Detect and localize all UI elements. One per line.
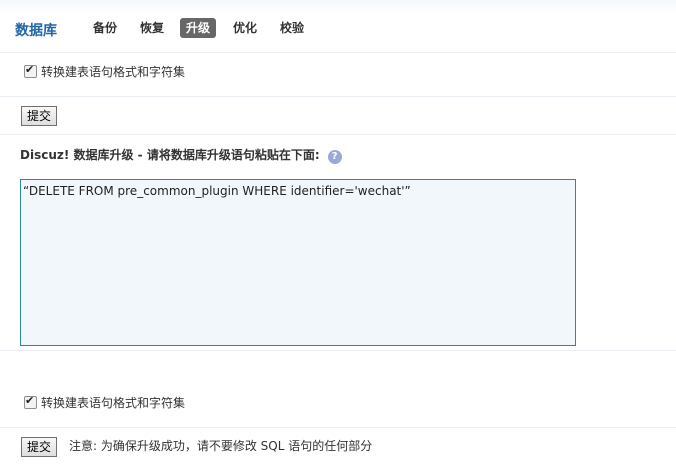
tab-verify[interactable]: 校验 xyxy=(274,18,310,38)
tab-optimize[interactable]: 优化 xyxy=(227,18,263,38)
divider xyxy=(0,427,676,428)
sql-input[interactable]: “DELETE FROM pre_common_plugin WHERE ide… xyxy=(20,179,576,346)
upgrade-section-title-text: Discuz! 数据库升级 - 请将数据库升级语句粘贴在下面: xyxy=(20,148,320,162)
divider xyxy=(0,350,676,351)
tab-backup[interactable]: 备份 xyxy=(87,18,123,38)
checkmark-icon: ✔ xyxy=(25,63,35,76)
divider xyxy=(0,96,676,97)
upgrade-section-title: Discuz! 数据库升级 - 请将数据库升级语句粘贴在下面:? xyxy=(20,148,342,164)
header-bar: 数据库 备份 恢复 升级 优化 校验 xyxy=(0,17,676,41)
bottom-convert-option: ✔ 转换建表语句格式和字符集 xyxy=(24,394,186,411)
top-shade xyxy=(0,0,676,14)
checkmark-icon: ✔ xyxy=(25,394,35,407)
top-convert-label: 转换建表语句格式和字符集 xyxy=(41,65,186,79)
divider xyxy=(0,134,676,135)
divider xyxy=(0,52,676,53)
tab-upgrade[interactable]: 升级 xyxy=(180,18,217,38)
tab-restore[interactable]: 恢复 xyxy=(134,18,170,38)
page-title: 数据库 xyxy=(15,23,57,39)
bottom-convert-checkbox[interactable]: ✔ xyxy=(24,394,37,409)
bottom-convert-label: 转换建表语句格式和字符集 xyxy=(41,396,186,410)
top-submit-button[interactable]: 提交 xyxy=(21,106,58,126)
question-icon[interactable]: ? xyxy=(327,150,342,164)
bottom-submit-button[interactable]: 提交 xyxy=(21,437,58,457)
upgrade-note: 注意: 为确保升级成功，请不要修改 SQL 语句的任何部分 xyxy=(69,439,373,453)
top-convert-checkbox[interactable]: ✔ xyxy=(24,63,37,78)
top-convert-option: ✔ 转换建表语句格式和字符集 xyxy=(24,63,186,80)
